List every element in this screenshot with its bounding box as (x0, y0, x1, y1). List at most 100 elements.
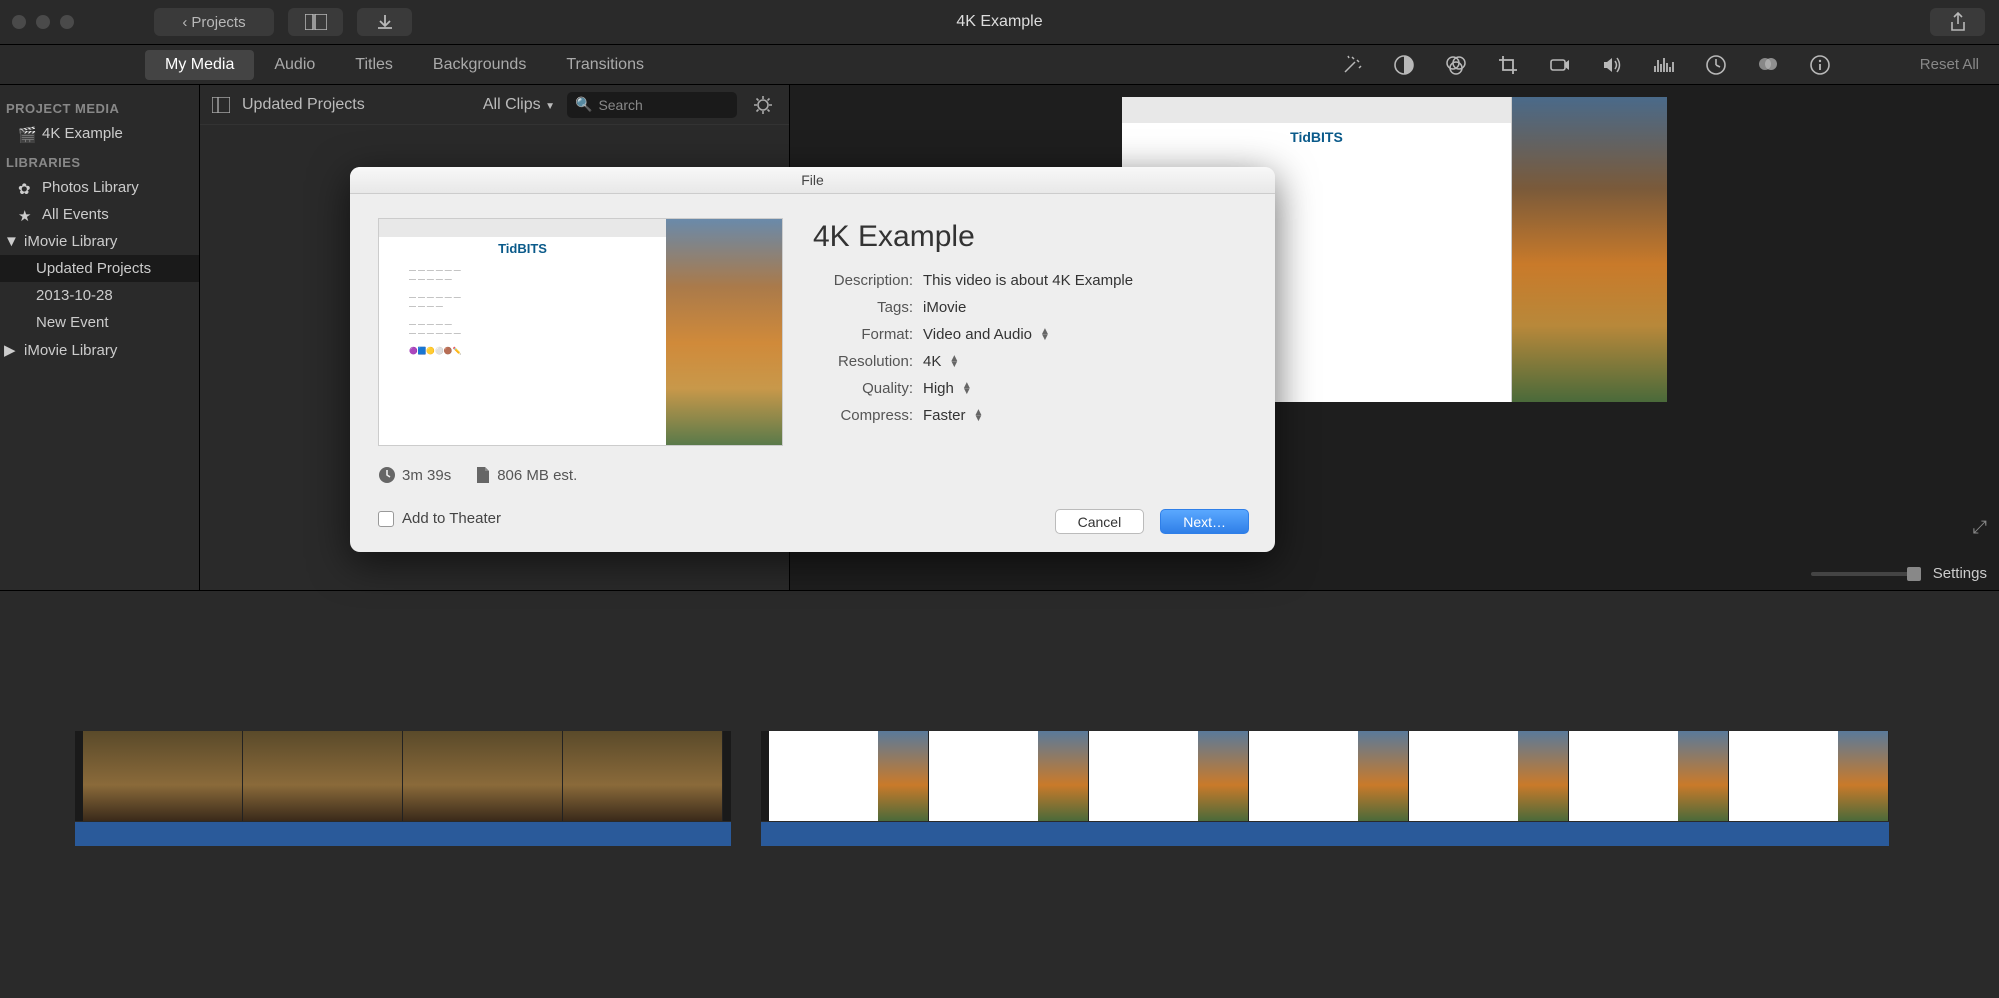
format-label: Format: (813, 326, 923, 343)
sidebar-item-project[interactable]: 🎬 4K Example (0, 120, 199, 147)
tab-transitions[interactable]: Transitions (546, 50, 664, 80)
sidebar-item-label: iMovie Library (24, 233, 117, 250)
sidebar-item-label: iMovie Library (24, 342, 117, 359)
tags-label: Tags: (813, 299, 923, 316)
search-placeholder: Search (598, 97, 642, 113)
export-preview-column: TidBITS — — — — — —— — — — —— — — — — ——… (378, 218, 783, 527)
search-input[interactable]: 🔍 Search (567, 92, 737, 118)
star-icon: ★ (18, 207, 34, 223)
tags-field[interactable]: iMovie (923, 299, 966, 316)
filter-icon[interactable] (1756, 53, 1780, 77)
description-label: Description: (813, 272, 923, 289)
sidebar: PROJECT MEDIA 🎬 4K Example LIBRARIES ✿ P… (0, 85, 200, 590)
sidebar-item-label: New Event (36, 314, 109, 331)
sidebar-item-all-events[interactable]: ★ All Events (0, 201, 199, 228)
quality-label: Quality: (813, 380, 923, 397)
select-arrows-icon: ▲▼ (962, 383, 972, 395)
tab-audio[interactable]: Audio (254, 50, 335, 80)
zoom-slider[interactable] (1811, 572, 1921, 576)
media-tabs: My Media Audio Titles Backgrounds Transi… (0, 45, 664, 84)
settings-gear-icon[interactable] (749, 91, 777, 119)
sidebar-item-imovie-library[interactable]: ▼ iMovie Library (0, 228, 199, 255)
sidebar-item-label: Photos Library (42, 179, 139, 196)
sidebar-item-new-event[interactable]: New Event (0, 309, 199, 336)
compress-label: Compress: (813, 407, 923, 424)
import-button[interactable] (357, 8, 412, 36)
flower-icon: ✿ (18, 180, 34, 196)
export-form: 4K Example Description: This video is ab… (813, 218, 1247, 527)
clock-icon (378, 466, 396, 484)
crop-icon[interactable] (1496, 53, 1520, 77)
color-balance-icon[interactable] (1392, 53, 1416, 77)
audio-track[interactable] (75, 822, 731, 846)
chevron-left-icon: ‹ (182, 14, 187, 31)
sidebar-item-imovie-library-2[interactable]: ▶ iMovie Library (0, 336, 199, 364)
color-correction-icon[interactable] (1444, 53, 1468, 77)
expand-icon[interactable]: ⤢ (1973, 517, 1987, 538)
share-button[interactable] (1930, 8, 1985, 36)
compress-select[interactable]: Faster▲▼ (923, 407, 983, 424)
info-icon[interactable] (1808, 53, 1832, 77)
sidebar-heading-project: PROJECT MEDIA (0, 93, 199, 120)
titlebar: ‹ Projects 4K Example (0, 0, 1999, 45)
sidebar-toggle-icon[interactable] (212, 97, 230, 113)
export-dialog: File TidBITS — — — — — —— — — — —— — — —… (350, 167, 1275, 552)
sidebar-item-photos[interactable]: ✿ Photos Library (0, 174, 199, 201)
window-controls (12, 15, 74, 29)
timeline-clip-1[interactable] (75, 731, 731, 846)
export-meta: 3m 39s 806 MB est. (378, 466, 783, 484)
tab-my-media[interactable]: My Media (145, 50, 254, 80)
next-button[interactable]: Next… (1160, 509, 1249, 534)
clapperboard-icon: 🎬 (18, 126, 34, 142)
description-field[interactable]: This video is about 4K Example (923, 272, 1133, 289)
close-icon[interactable] (12, 15, 26, 29)
add-to-theater-row[interactable]: Add to Theater (378, 510, 783, 527)
clip-filter-dropdown[interactable]: All Clips ▼ (483, 96, 555, 114)
export-preview-thumbnail: TidBITS — — — — — —— — — — —— — — — — ——… (378, 218, 783, 446)
add-to-theater-label: Add to Theater (402, 510, 501, 527)
select-arrows-icon: ▲▼ (1040, 329, 1050, 341)
disclosure-right-icon[interactable]: ▶ (4, 341, 16, 359)
sidebar-item-label: 4K Example (42, 125, 123, 142)
viewer-settings-row: Settings (1811, 565, 1987, 582)
sidebar-item-date[interactable]: 2013-10-28 (0, 282, 199, 309)
search-icon: 🔍 (575, 96, 592, 113)
library-view-button[interactable] (288, 8, 343, 36)
quality-select[interactable]: High▲▼ (923, 380, 972, 397)
sidebar-item-updated-projects[interactable]: Updated Projects (0, 255, 199, 282)
projects-button[interactable]: ‹ Projects (154, 8, 274, 36)
speed-icon[interactable] (1704, 53, 1728, 77)
disclosure-down-icon[interactable]: ▼ (4, 233, 16, 250)
sidebar-item-label: All Events (42, 206, 109, 223)
select-arrows-icon: ▲▼ (974, 410, 984, 422)
minimize-icon[interactable] (36, 15, 50, 29)
cancel-button[interactable]: Cancel (1055, 509, 1145, 534)
media-toolbar: My Media Audio Titles Backgrounds Transi… (0, 45, 1999, 85)
browser-title: Updated Projects (242, 96, 365, 114)
dialog-title: File (350, 167, 1275, 194)
reset-all-button[interactable]: Reset All (1920, 56, 1979, 73)
audio-track[interactable] (761, 822, 1889, 846)
checkbox[interactable] (378, 511, 394, 527)
volume-icon[interactable] (1600, 53, 1624, 77)
tab-titles[interactable]: Titles (335, 50, 413, 80)
timeline-clip-2[interactable] (761, 731, 1889, 846)
settings-button[interactable]: Settings (1933, 565, 1987, 582)
stabilization-icon[interactable] (1548, 53, 1572, 77)
timeline[interactable] (0, 590, 1999, 998)
dialog-buttons: Cancel Next… (1055, 509, 1249, 534)
noise-reduction-icon[interactable] (1652, 53, 1676, 77)
resolution-select[interactable]: 4K▲▼ (923, 353, 959, 370)
format-select[interactable]: Video and Audio▲▼ (923, 326, 1050, 343)
enhance-icon[interactable] (1340, 53, 1364, 77)
export-filesize: 806 MB est. (497, 467, 577, 484)
tab-backgrounds[interactable]: Backgrounds (413, 50, 546, 80)
export-heading: 4K Example (813, 220, 1247, 254)
browser-toolbar: Updated Projects All Clips ▼ 🔍 Search (200, 85, 789, 125)
resolution-label: Resolution: (813, 353, 923, 370)
sidebar-item-label: 2013-10-28 (36, 287, 113, 304)
preview-logo: TidBITS (1122, 123, 1511, 151)
select-arrows-icon: ▲▼ (949, 356, 959, 368)
zoom-icon[interactable] (60, 15, 74, 29)
adjustment-tools: Reset All (1340, 45, 1999, 84)
